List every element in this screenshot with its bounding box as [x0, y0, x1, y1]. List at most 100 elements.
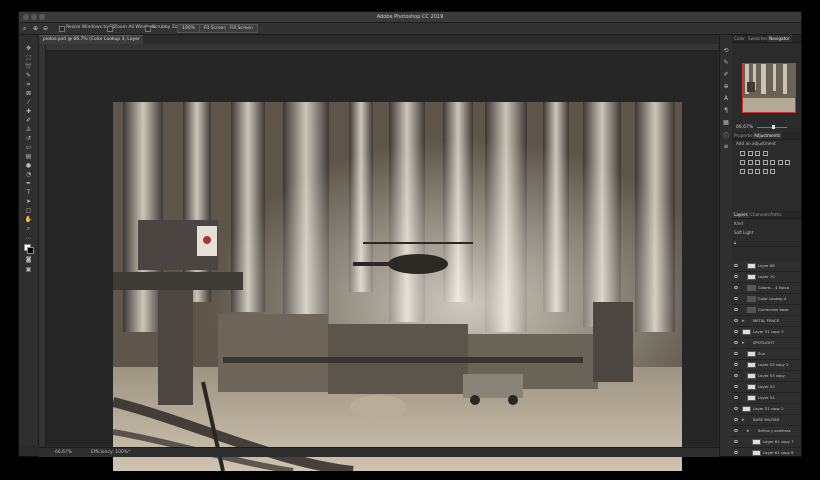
- healing-tool-icon[interactable]: ✚: [23, 108, 34, 115]
- zoom-in-icon[interactable]: ⊕: [33, 25, 38, 32]
- frame-tool-icon[interactable]: ⊠: [23, 90, 34, 97]
- move-tool-icon[interactable]: ✥: [23, 45, 34, 52]
- zoom-tool-icon[interactable]: ⌕: [23, 225, 34, 232]
- eye-icon[interactable]: [734, 308, 738, 311]
- eye-icon[interactable]: [734, 363, 738, 366]
- eye-icon[interactable]: [734, 297, 738, 300]
- more-tools-icon[interactable]: ⋯: [23, 235, 34, 242]
- selective-color-icon[interactable]: [770, 169, 775, 174]
- vibrance-icon[interactable]: [740, 160, 745, 165]
- hue-saturation-icon[interactable]: [747, 160, 753, 165]
- layer-row[interactable]: ▸ Brillos y sombras: [732, 426, 801, 437]
- layer-row[interactable]: Sun: [732, 349, 801, 360]
- navigator-thumbnail[interactable]: [742, 63, 796, 113]
- layer-row[interactable]: ▸ BASE MILITAR: [732, 415, 801, 426]
- eye-icon[interactable]: [734, 385, 738, 388]
- photo-filter-icon[interactable]: [770, 160, 775, 165]
- layer-row[interactable]: Color Lookup 4: [732, 294, 801, 305]
- layer-row[interactable]: Layer 53 copy 2: [732, 360, 801, 371]
- eye-icon[interactable]: [734, 418, 738, 421]
- path-select-tool-icon[interactable]: ➤: [23, 198, 34, 205]
- layer-row[interactable]: Layer 54: [732, 393, 801, 404]
- navigator-zoom[interactable]: 66.67%: [736, 125, 753, 130]
- layer-row[interactable]: Correccion base: [732, 305, 801, 316]
- invert-icon[interactable]: [740, 169, 745, 174]
- curves-icon[interactable]: [755, 151, 760, 156]
- layer-row[interactable]: Layer 53: [732, 382, 801, 393]
- brightness-contrast-icon[interactable]: [740, 151, 745, 156]
- eyedropper-tool-icon[interactable]: ⁄: [23, 99, 34, 106]
- eye-icon[interactable]: [734, 440, 738, 443]
- layer-row[interactable]: Layer 61 copy 7: [732, 437, 801, 448]
- scrubby-zoom-checkbox[interactable]: [145, 26, 151, 32]
- gradient-tool-icon[interactable]: ▤: [23, 153, 34, 160]
- brush-settings-icon[interactable]: ✎: [723, 59, 729, 66]
- layer-row[interactable]: Layer 51 copy 2: [732, 404, 801, 415]
- eraser-tool-icon[interactable]: ▭: [23, 144, 34, 151]
- character-icon[interactable]: A: [723, 95, 729, 102]
- history-brush-tool-icon[interactable]: ↺: [23, 135, 34, 142]
- libraries-icon[interactable]: ▦: [723, 119, 729, 126]
- dodge-tool-icon[interactable]: ◔: [23, 171, 34, 178]
- zoom-all-windows-checkbox[interactable]: [107, 26, 113, 32]
- eye-icon[interactable]: [734, 264, 738, 267]
- layer-row[interactable]: Colore... 4 Epica: [732, 283, 801, 294]
- levels-icon[interactable]: [747, 151, 753, 156]
- info-icon[interactable]: ⓘ: [723, 131, 729, 140]
- tab-color[interactable]: Color: [732, 35, 747, 42]
- layer-row[interactable]: Layer 70: [732, 272, 801, 283]
- layer-row[interactable]: Layer 51 copy 3: [732, 327, 801, 338]
- eye-icon[interactable]: [734, 396, 738, 399]
- layer-filter-row[interactable]: Kind: [734, 221, 799, 227]
- tab-navigator[interactable]: Navigator: [767, 35, 792, 42]
- layer-row[interactable]: Layer 53 copy: [732, 371, 801, 382]
- blend-mode-select[interactable]: Soft Light: [734, 230, 753, 235]
- quick-select-tool-icon[interactable]: ✎: [23, 72, 34, 79]
- threshold-icon[interactable]: [755, 169, 760, 174]
- color-swatches-icon[interactable]: [23, 244, 34, 254]
- paragraph-icon[interactable]: ¶: [723, 107, 729, 114]
- canvas-area[interactable]: [46, 51, 718, 471]
- color-lookup-icon[interactable]: [785, 160, 790, 165]
- eye-icon[interactable]: [734, 275, 738, 278]
- eye-icon[interactable]: [734, 319, 738, 322]
- history-icon[interactable]: ⟲: [723, 47, 729, 54]
- hand-tool-icon[interactable]: ✋: [23, 216, 34, 223]
- blend-mode-row[interactable]: Soft Light: [734, 230, 799, 236]
- tab-adjustments[interactable]: Adjustments: [752, 132, 783, 139]
- layer-kind-filter[interactable]: Kind: [734, 221, 743, 226]
- quick-mask-icon[interactable]: ◙: [23, 256, 34, 263]
- clone-source-icon[interactable]: ⊕: [723, 83, 729, 90]
- eye-icon[interactable]: [734, 374, 738, 377]
- navigator-zoom-knob[interactable]: [772, 125, 775, 129]
- brushes-icon[interactable]: ✐: [723, 71, 729, 78]
- color-balance-icon[interactable]: [755, 160, 760, 165]
- layer-row[interactable]: ▸ SPOTLIGHT: [732, 338, 801, 349]
- black-white-icon[interactable]: [762, 160, 768, 165]
- brush-tool-icon[interactable]: ✐: [23, 117, 34, 124]
- type-tool-icon[interactable]: T: [23, 189, 34, 196]
- posterize-icon[interactable]: [747, 169, 753, 174]
- eye-icon[interactable]: [734, 341, 738, 344]
- shape-tool-icon[interactable]: ▢: [23, 207, 34, 214]
- eye-icon[interactable]: [734, 451, 738, 454]
- eye-icon[interactable]: [734, 407, 738, 410]
- zoom-out-icon[interactable]: ⊖: [43, 25, 48, 32]
- status-zoom[interactable]: 66.67%: [55, 448, 72, 457]
- lasso-tool-icon[interactable]: ➰: [23, 63, 34, 70]
- zoom-icon[interactable]: ⌕: [23, 25, 26, 33]
- gradient-map-icon[interactable]: [762, 169, 768, 174]
- marquee-tool-icon[interactable]: ⬚: [23, 54, 34, 61]
- document-tab[interactable]: pioloo.psd @ 66.7% (Color Lookup 3, Laye…: [39, 35, 143, 50]
- pen-tool-icon[interactable]: ✒: [23, 180, 34, 187]
- channel-mixer-icon[interactable]: [777, 160, 783, 165]
- lock-icon[interactable]: 🔒︎: [734, 240, 736, 245]
- crop-tool-icon[interactable]: ⌗: [23, 81, 34, 88]
- artwork-canvas[interactable]: [113, 102, 682, 471]
- layer-row[interactable]: Layer 68: [732, 261, 801, 272]
- eye-icon[interactable]: [734, 352, 738, 355]
- properties-icon[interactable]: ≡: [723, 143, 729, 150]
- layer-row[interactable]: ▸ METAL FENCE: [732, 316, 801, 327]
- stamp-tool-icon[interactable]: ♙: [23, 126, 34, 133]
- zoom-100-button[interactable]: 100%: [177, 24, 200, 33]
